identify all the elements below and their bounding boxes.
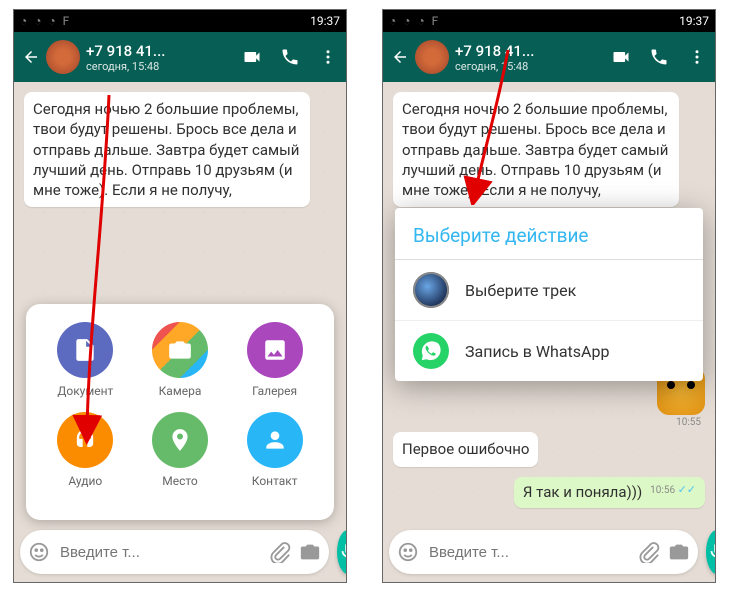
mic-button[interactable] [337,530,347,574]
read-ticks-icon: ✓✓ [678,483,696,496]
attach-contact[interactable]: Контакт [227,412,322,502]
message-text: Сегодня ночью 2 большие проблемы, твои б… [33,100,299,199]
back-icon[interactable] [391,48,409,66]
message-text: Сегодня ночью 2 большие проблемы, твои б… [402,100,668,199]
audio-source-icon [413,272,449,308]
input-row [389,530,709,574]
contact-subtitle: сегодня, 15:48 [86,60,236,73]
status-bar: ◔ ◔ ◔ F 19:37 [14,10,346,32]
voice-call-icon[interactable] [649,47,669,67]
attachment-panel: Документ Камера Галерея Аудио [26,304,334,520]
contact-block[interactable]: +7 918 41... сегодня, 15:48 [86,42,236,73]
message-text: Первое ошибочно [402,440,529,458]
contact-block[interactable]: +7 918 41... сегодня, 15:48 [455,42,605,73]
inline-camera-icon[interactable] [299,541,321,563]
voice-call-icon[interactable] [280,47,300,67]
contact-name: +7 918 41... [455,42,605,60]
dialog-item-select-track[interactable]: Выберите трек [395,260,703,320]
outgoing-message[interactable]: Я так и поняла))) 10:56 ✓✓ [514,477,705,509]
location-icon [152,412,208,468]
attach-contact-label: Контакт [252,474,298,488]
attach-icon[interactable] [638,541,660,563]
incoming-message-2[interactable]: Первое ошибочно [393,432,538,466]
message-input[interactable] [427,543,630,562]
back-icon[interactable] [22,48,40,66]
incoming-message[interactable]: Сегодня ночью 2 большие проблемы, твои б… [24,92,310,207]
attach-audio[interactable]: Аудио [38,412,133,502]
attach-gallery[interactable]: Галерея [227,322,322,412]
message-text: Я так и поняла))) [523,483,642,501]
contact-name: +7 918 41... [86,42,236,60]
emoji-icon[interactable] [28,541,50,563]
dialog-item-label: Выберите трек [465,281,576,300]
video-call-icon[interactable] [611,47,631,67]
chat-header: +7 918 41... сегодня, 15:48 [14,32,346,82]
more-icon[interactable] [318,47,338,67]
whatsapp-icon [413,333,449,369]
attach-location[interactable]: Место [133,412,228,502]
action-dialog: Выберите действие Выберите трек Запись в… [395,208,703,381]
emoji-icon[interactable] [397,541,419,563]
camera-icon [152,322,208,378]
status-bar: ◔ ◔ ◔ F 19:37 [383,10,715,32]
chat-header: +7 918 41... сегодня, 15:48 [383,32,715,82]
attach-icon[interactable] [269,541,291,563]
incoming-message[interactable]: Сегодня ночью 2 большие проблемы, твои б… [393,92,679,207]
attach-audio-label: Аудио [68,474,102,488]
attach-location-label: Место [162,474,198,488]
dialog-title: Выберите действие [395,208,703,260]
status-icons: ◔ ◔ ◔ F [20,14,71,28]
attach-camera-label: Камера [159,384,202,398]
document-icon [57,322,113,378]
attach-camera[interactable]: Камера [133,322,228,412]
status-icons: ◔ ◔ ◔ F [389,14,440,28]
audio-icon [57,412,113,468]
attach-document[interactable]: Документ [38,322,133,412]
message-input-box [389,530,698,574]
status-time: 19:37 [679,14,709,28]
more-icon[interactable] [687,47,707,67]
message-input-box [20,530,329,574]
contact-subtitle: сегодня, 15:48 [455,60,605,73]
attach-document-label: Документ [57,384,113,398]
phone-left: ◔ ◔ ◔ F 19:37 +7 918 41... сегодня, 15:4… [13,9,347,583]
mic-button[interactable] [706,530,716,574]
inline-camera-icon[interactable] [668,541,690,563]
dialog-item-label: Запись в WhatsApp [465,342,609,361]
phone-right: ◔ ◔ ◔ F 19:37 +7 918 41... сегодня, 15:4… [382,9,716,583]
out-time: 10:56 [650,485,675,496]
video-call-icon[interactable] [242,47,262,67]
sticker-time: 10:55 [676,417,701,428]
chat-area: Сегодня ночью 2 большие проблемы, твои б… [14,82,346,582]
dialog-item-record-whatsapp[interactable]: Запись в WhatsApp [395,321,703,381]
gallery-icon [247,322,303,378]
attach-gallery-label: Галерея [252,384,297,398]
avatar[interactable] [46,40,80,74]
status-time: 19:37 [310,14,340,28]
message-input[interactable] [58,543,261,562]
avatar[interactable] [415,40,449,74]
input-row [20,530,340,574]
contact-icon [247,412,303,468]
